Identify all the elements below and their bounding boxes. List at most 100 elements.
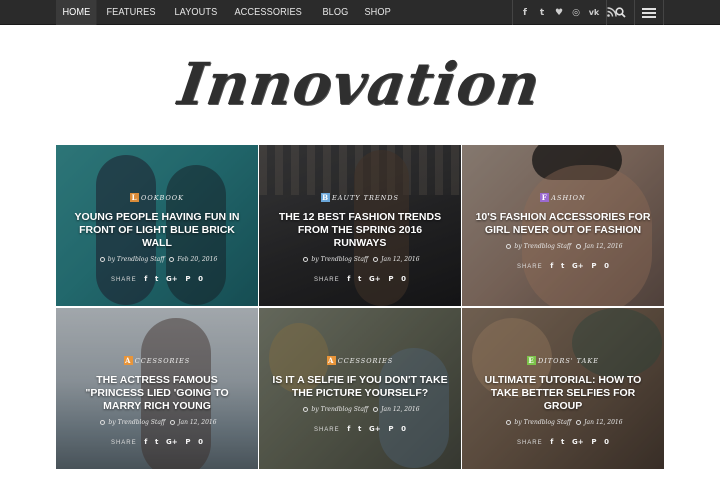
category-name: eauty trends xyxy=(332,193,399,202)
post-content: E ditors' take Ultimate tutorial: How to… xyxy=(462,350,664,446)
comments-count[interactable]: 0 xyxy=(604,438,609,446)
share-bar: SHARE f t G+ P 0 xyxy=(56,438,258,446)
instagram-icon[interactable]: ◎ xyxy=(570,7,582,19)
category-initial: F xyxy=(540,193,550,202)
pinterest-icon[interactable]: P xyxy=(388,275,393,283)
post-meta: by Trendblog Staff Jan 12, 2016 xyxy=(56,419,258,426)
nav-accessories[interactable]: ACCESSORIES xyxy=(228,0,308,25)
post-author[interactable]: Trendblog Staff xyxy=(321,406,369,413)
heart-icon[interactable]: ♥ xyxy=(553,7,565,19)
share-label: SHARE xyxy=(313,277,340,283)
category-label[interactable]: B eauty trends xyxy=(321,192,399,203)
user-icon xyxy=(99,257,105,262)
facebook-icon[interactable]: f xyxy=(347,275,350,283)
post-author[interactable]: Trendblog Staff xyxy=(524,419,572,426)
pinterest-icon[interactable]: P xyxy=(185,438,190,446)
clock-icon xyxy=(576,420,582,425)
twitter-icon[interactable]: t xyxy=(536,7,548,19)
post-author[interactable]: Trendblog Staff xyxy=(117,256,165,263)
share-label: SHARE xyxy=(110,440,137,446)
twitter-icon[interactable]: t xyxy=(358,425,361,433)
comments-count[interactable]: 0 xyxy=(198,438,203,446)
post-card[interactable]: A ccessories The actress famous "princes… xyxy=(56,308,258,469)
google-plus-icon[interactable]: G+ xyxy=(572,262,584,270)
post-title[interactable]: Ultimate tutorial: How to take better se… xyxy=(475,374,651,413)
post-title[interactable]: Young people having fun in front of ligh… xyxy=(69,211,245,250)
post-card[interactable]: E ditors' take Ultimate tutorial: How to… xyxy=(462,308,664,469)
google-plus-icon[interactable]: G+ xyxy=(166,438,178,446)
google-plus-icon[interactable]: G+ xyxy=(166,275,178,283)
comments-count[interactable]: 0 xyxy=(604,262,609,270)
category-label[interactable]: E ditors' take xyxy=(527,355,599,366)
post-meta: by Trendblog Staff Jan 12, 2016 xyxy=(462,419,664,426)
vk-icon[interactable]: vk xyxy=(587,7,601,19)
pinterest-icon[interactable]: P xyxy=(591,438,596,446)
post-title[interactable]: Is it a selfie if you don't take the pic… xyxy=(272,374,448,400)
google-plus-icon[interactable]: G+ xyxy=(369,425,381,433)
pinterest-icon[interactable]: P xyxy=(388,425,393,433)
post-title[interactable]: The 12 best fashion trends from the Spri… xyxy=(272,211,448,250)
clock-icon xyxy=(576,244,582,249)
nav-shop[interactable]: SHOP xyxy=(358,0,397,25)
post-content: B eauty trends The 12 best fashion trend… xyxy=(259,187,461,283)
pinterest-icon[interactable]: P xyxy=(591,262,596,270)
post-author[interactable]: Trendblog Staff xyxy=(118,419,166,426)
post-card[interactable]: B eauty trends The 12 best fashion trend… xyxy=(259,145,461,306)
comments-count[interactable]: 0 xyxy=(401,425,406,433)
facebook-icon[interactable]: f xyxy=(519,7,531,19)
twitter-icon[interactable]: t xyxy=(155,438,158,446)
post-author[interactable]: Trendblog Staff xyxy=(524,243,572,250)
twitter-icon[interactable]: t xyxy=(155,275,158,283)
post-meta: by Trendblog Staff Jan 12, 2016 xyxy=(259,406,461,413)
share-bar: SHARE f t G+ P 0 xyxy=(56,275,258,283)
post-title[interactable]: The actress famous "princess lied 'going… xyxy=(69,374,245,413)
post-card[interactable]: L ookbook Young people having fun in fro… xyxy=(56,145,258,306)
post-date: Jan 12, 2016 xyxy=(584,419,623,426)
twitter-icon[interactable]: t xyxy=(358,275,361,283)
category-label[interactable]: A ccessories xyxy=(326,355,394,366)
post-author[interactable]: Trendblog Staff xyxy=(321,256,369,263)
share-label: SHARE xyxy=(516,440,543,446)
pinterest-icon[interactable]: P xyxy=(185,275,190,283)
nav-layouts[interactable]: LAYOUTS xyxy=(168,0,224,25)
category-initial: L xyxy=(130,193,140,202)
facebook-icon[interactable]: f xyxy=(550,438,553,446)
share-label: SHARE xyxy=(110,277,137,283)
share-label: SHARE xyxy=(516,264,543,270)
nav-blog[interactable]: BLOG xyxy=(316,0,355,25)
menu-toggle-button[interactable] xyxy=(634,0,664,25)
category-name: ditors' take xyxy=(538,356,599,365)
facebook-icon[interactable]: f xyxy=(550,262,553,270)
comments-count[interactable]: 0 xyxy=(401,275,406,283)
nav-home[interactable]: HOME xyxy=(56,0,97,25)
search-button[interactable] xyxy=(606,0,634,25)
comments-count[interactable]: 0 xyxy=(198,275,203,283)
category-label[interactable]: A ccessories xyxy=(123,355,191,366)
facebook-icon[interactable]: f xyxy=(144,275,147,283)
post-content: F ashion 10's fashion accessories for gi… xyxy=(462,187,664,270)
post-date: Jan 12, 2016 xyxy=(178,419,217,426)
facebook-icon[interactable]: f xyxy=(144,438,147,446)
nav-features[interactable]: FEATURES xyxy=(100,0,162,25)
post-grid: L ookbook Young people having fun in fro… xyxy=(56,145,664,469)
post-content: A ccessories The actress famous "princes… xyxy=(56,350,258,446)
post-title[interactable]: 10's fashion accessories for girl never … xyxy=(475,211,651,237)
site-logo[interactable]: Innovation xyxy=(0,34,720,134)
clock-icon xyxy=(373,257,379,262)
category-label[interactable]: L ookbook xyxy=(130,192,184,203)
post-date: Jan 12, 2016 xyxy=(584,243,623,250)
post-card[interactable]: A ccessories Is it a selfie if you don't… xyxy=(259,308,461,469)
post-content: A ccessories Is it a selfie if you don't… xyxy=(259,350,461,433)
facebook-icon[interactable]: f xyxy=(347,425,350,433)
twitter-icon[interactable]: t xyxy=(561,438,564,446)
category-name: ccessories xyxy=(134,356,191,365)
category-label[interactable]: F ashion xyxy=(540,192,585,203)
google-plus-icon[interactable]: G+ xyxy=(572,438,584,446)
google-plus-icon[interactable]: G+ xyxy=(369,275,381,283)
clock-icon xyxy=(169,257,175,262)
post-card[interactable]: F ashion 10's fashion accessories for gi… xyxy=(462,145,664,306)
category-name: ccessories xyxy=(337,356,394,365)
share-bar: SHARE f t G+ P 0 xyxy=(462,262,664,270)
category-name: ashion xyxy=(551,193,586,202)
twitter-icon[interactable]: t xyxy=(561,262,564,270)
